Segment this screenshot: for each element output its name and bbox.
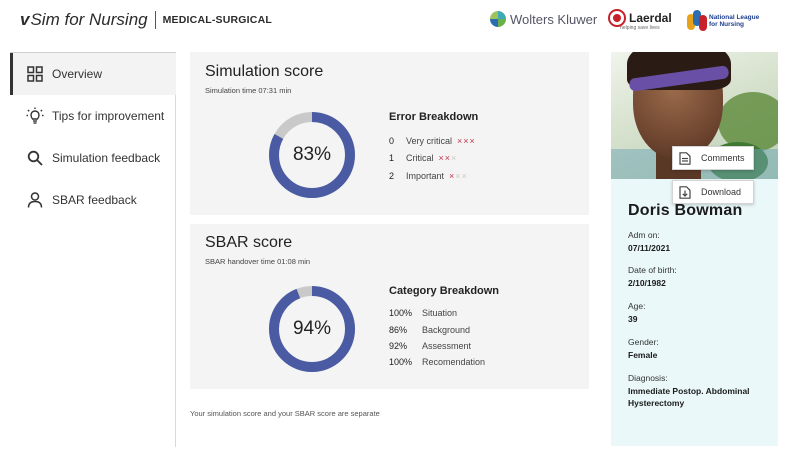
diagnosis-label: Diagnosis: bbox=[628, 373, 668, 383]
sbar-score-value: 94% bbox=[292, 318, 332, 339]
sidebar-item-simulation-feedback[interactable]: Simulation feedback bbox=[10, 137, 176, 179]
sidebar-item-label: SBAR feedback bbox=[52, 193, 137, 207]
severity-mark-active: × bbox=[469, 136, 476, 146]
severity-mark-inactive: × bbox=[451, 153, 458, 163]
severity-marks: ××× bbox=[449, 171, 468, 181]
sidebar-item-label: Tips for improvement bbox=[52, 109, 165, 123]
diagnosis-value: Immediate Postop. Abdominal Hysterectomy bbox=[628, 386, 750, 408]
patient-name: Doris Bowman bbox=[628, 202, 743, 219]
document-icon bbox=[679, 151, 691, 165]
brand-logo[interactable]: v Sim for Nursing MEDICAL-SURGICAL bbox=[20, 10, 272, 30]
brand-title: Sim for Nursing bbox=[30, 10, 148, 29]
wolters-kluwer-text: Wolters Kluwer bbox=[510, 11, 598, 27]
error-count: 1 bbox=[389, 153, 395, 163]
category-percent: 86% bbox=[389, 325, 408, 335]
comments-button[interactable]: Comments bbox=[672, 146, 754, 170]
sidebar-item-overview[interactable]: Overview bbox=[10, 53, 176, 95]
error-count: 2 bbox=[389, 171, 395, 181]
gender-value: Female bbox=[628, 350, 658, 360]
nln-mark-icon bbox=[687, 10, 707, 32]
error-label: Critical bbox=[406, 153, 434, 163]
search-icon bbox=[26, 149, 44, 167]
category-row-recommendation: 100% Recomendation bbox=[389, 357, 485, 367]
admission-label: Adm on: bbox=[628, 230, 660, 240]
brand-subtitle: MEDICAL-SURGICAL bbox=[162, 14, 272, 26]
wolters-kluwer-logo: Wolters Kluwer bbox=[490, 11, 597, 27]
error-row-very-critical: 0 Very critical ××× bbox=[389, 136, 476, 146]
category-percent: 100% bbox=[389, 308, 413, 318]
error-breakdown-title: Error Breakdown bbox=[389, 111, 479, 123]
sidebar-item-sbar-feedback[interactable]: SBAR feedback bbox=[10, 179, 176, 221]
category-row-assessment: 92% Assessment bbox=[389, 341, 471, 351]
simulation-score-card: Simulation score Simulation time 07:31 m… bbox=[190, 52, 589, 215]
sidebar-item-tips[interactable]: Tips for improvement bbox=[10, 95, 176, 137]
sbar-score-card: SBAR score SBAR handover time 01:08 min … bbox=[190, 224, 589, 389]
sbar-score-title: SBAR score bbox=[205, 234, 293, 251]
simulation-score-value: 83% bbox=[292, 144, 332, 165]
score-footnote: Your simulation score and your SBAR scor… bbox=[190, 409, 380, 418]
category-percent: 92% bbox=[389, 341, 408, 351]
category-row-situation: 100% Situation bbox=[389, 308, 457, 318]
error-row-important: 2 Important ××× bbox=[389, 171, 468, 181]
category-label: Situation bbox=[422, 308, 458, 318]
brand-v: v bbox=[20, 10, 30, 29]
severity-mark-inactive: × bbox=[461, 171, 468, 181]
error-count: 0 bbox=[389, 136, 395, 146]
severity-marks: ××× bbox=[457, 136, 476, 146]
dob-label: Date of birth: bbox=[628, 265, 677, 275]
category-label: Background bbox=[422, 325, 471, 335]
gender-label: Gender: bbox=[628, 337, 659, 347]
sbar-handover-time: SBAR handover time 01:08 min bbox=[205, 257, 311, 266]
admission-value: 07/11/2021 bbox=[628, 243, 671, 253]
category-label: Recomendation bbox=[422, 357, 486, 367]
simulation-score-title: Simulation score bbox=[205, 63, 324, 80]
sidebar-item-label: Overview bbox=[52, 67, 103, 81]
category-label: Assessment bbox=[422, 341, 472, 351]
partner-logos: Wolters Kluwer Laerdal helping save live… bbox=[490, 9, 790, 35]
category-percent: 100% bbox=[389, 357, 413, 367]
download-button-label: Download bbox=[701, 187, 742, 197]
laerdal-text: Laerdal bbox=[629, 11, 672, 25]
wolters-kluwer-mark-icon bbox=[490, 11, 506, 27]
nln-logo: National League for Nursing bbox=[687, 10, 765, 32]
brand-divider bbox=[154, 11, 156, 29]
download-icon bbox=[679, 185, 691, 199]
nln-text: National League for Nursing bbox=[709, 14, 760, 28]
dob-value: 2/10/1982 bbox=[628, 278, 666, 288]
age-value: 39 bbox=[628, 314, 638, 324]
lightbulb-icon bbox=[26, 107, 44, 125]
age-label: Age: bbox=[628, 301, 646, 311]
grid-icon bbox=[26, 65, 44, 83]
download-button[interactable]: Download bbox=[672, 180, 754, 204]
error-row-critical: 1 Critical ××× bbox=[389, 153, 457, 163]
laerdal-tagline: helping save lives bbox=[620, 25, 660, 31]
person-icon bbox=[26, 191, 44, 209]
comments-button-label: Comments bbox=[701, 153, 745, 163]
sidebar: Overview Tips for improvement Simulation… bbox=[10, 52, 176, 447]
error-label: Important bbox=[406, 171, 445, 181]
laerdal-mark-icon bbox=[608, 9, 626, 27]
error-label: Very critical bbox=[406, 136, 453, 146]
category-breakdown-title: Category Breakdown bbox=[389, 285, 500, 297]
sidebar-item-label: Simulation feedback bbox=[52, 151, 161, 165]
patient-panel: Comments Download Doris Bowman Adm on: 0… bbox=[611, 52, 778, 446]
simulation-time: Simulation time 07:31 min bbox=[205, 86, 292, 95]
laerdal-logo: Laerdal helping save lives bbox=[608, 9, 672, 31]
app-header: v Sim for Nursing MEDICAL-SURGICAL Wolte… bbox=[0, 0, 800, 42]
severity-marks: ××× bbox=[439, 153, 458, 163]
category-row-background: 86% Background bbox=[389, 325, 470, 335]
